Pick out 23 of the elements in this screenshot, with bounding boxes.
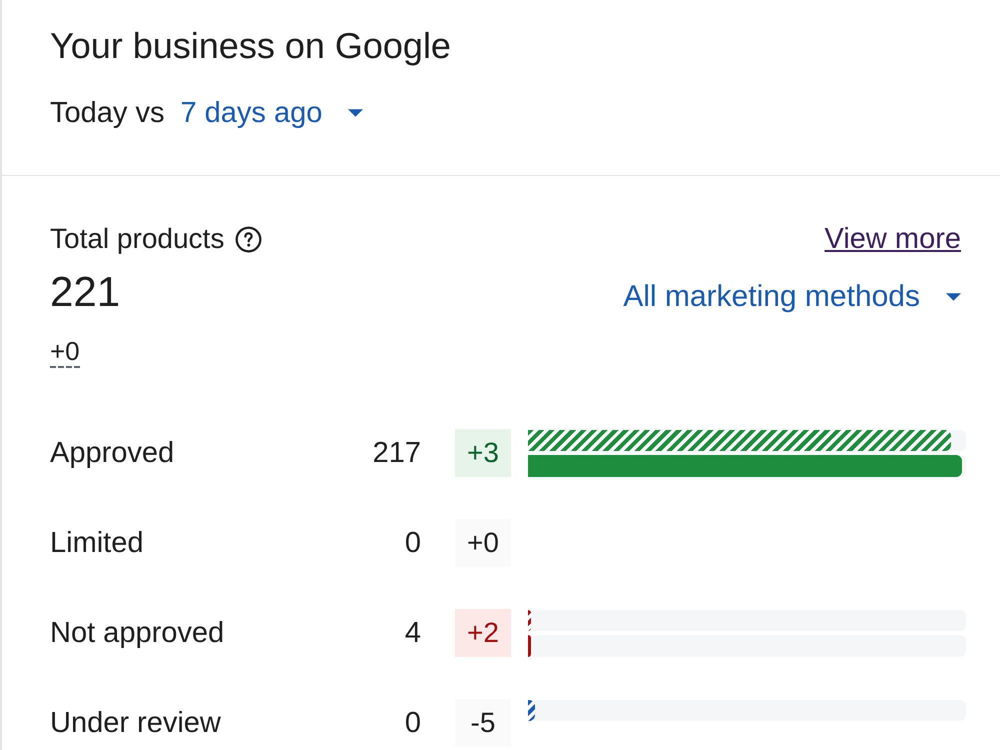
total-change[interactable]: +0 bbox=[50, 336, 80, 368]
help-icon[interactable] bbox=[235, 226, 262, 252]
period-dropdown[interactable]: 7 days ago bbox=[180, 95, 364, 131]
status-label: Under review bbox=[50, 706, 222, 740]
view-more-link[interactable]: View more bbox=[824, 222, 961, 256]
status-label: Limited bbox=[50, 526, 144, 560]
change-badge: -5 bbox=[455, 699, 511, 747]
status-label: Approved bbox=[50, 436, 176, 470]
status-count: 4 bbox=[404, 616, 421, 650]
caret-icon bbox=[946, 293, 961, 301]
comparison-label: Today vs bbox=[50, 96, 164, 131]
change-badge: +3 bbox=[455, 429, 511, 477]
status-count: 217 bbox=[372, 436, 421, 470]
marketing-methods-dropdown[interactable]: All marketing methods bbox=[623, 279, 961, 315]
metric-title: Total products bbox=[50, 223, 224, 255]
status-count: 0 bbox=[404, 706, 421, 740]
page-title: Your business on Google bbox=[50, 24, 451, 68]
total-count: 221 bbox=[50, 267, 120, 317]
change-badge: +2 bbox=[455, 609, 511, 657]
caret-icon bbox=[348, 109, 364, 117]
change-badge: +0 bbox=[455, 519, 511, 567]
status-label: Not approved bbox=[50, 616, 226, 650]
status-count: 0 bbox=[404, 526, 421, 560]
